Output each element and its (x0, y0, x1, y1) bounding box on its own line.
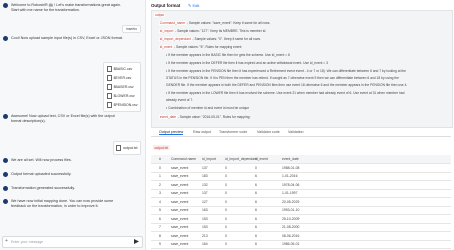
bot-message: Output format uploaded successfully. (3, 172, 133, 177)
table-row: 7 save_event 153 0 6 21-08-2000 (151, 223, 451, 232)
bot-avatar (3, 199, 8, 204)
file-item[interactable]: $PENSION.csv (106, 101, 138, 110)
format-line: • If the member appears in the DEFER fil… (166, 61, 328, 65)
tab-validation[interactable]: Validation (288, 130, 304, 134)
format-line: • If the member appears in the LOWER fil… (166, 91, 405, 95)
format-line: id_import - Sample values: "127". Keep i… (159, 29, 267, 33)
tab-raw-output[interactable]: Raw output (193, 130, 211, 134)
bot-avatar (3, 172, 8, 177)
message-text: Awesome! Now upload text, CSV or Excel f… (11, 114, 115, 123)
file-icon (106, 102, 112, 108)
file-item[interactable]: $BASIC.csv (106, 65, 138, 74)
send-icon[interactable] (134, 239, 139, 244)
bot-message: Welcome to RoboshiR 🤖 ! Let's make trans… (3, 3, 123, 13)
file-icon (106, 66, 112, 72)
output-format-description: output Command_name - Sample values: "sa… (151, 10, 453, 128)
bot-avatar (3, 114, 8, 119)
table-row: 5 save_event 163 0 6 1993-01-10 (151, 206, 451, 215)
message-text: We have now initial mapping done. You ca… (11, 199, 114, 208)
file-item[interactable]: $BASER.csv (106, 83, 138, 92)
message-text: Transformation generated successfully. (11, 186, 75, 190)
tab-transformer-code[interactable]: Transformer code (219, 130, 247, 134)
file-item[interactable]: $LOWER.csv (106, 92, 138, 101)
table-row: 3 save_event 137 0 6 1-01-1997 (151, 189, 451, 198)
user-message: insertio (122, 25, 141, 34)
uploaded-input-files: $BASIC.csv $EVER.csv $BASER.csv $LOWER.c… (103, 62, 141, 112)
output-tag: output (154, 13, 166, 17)
bot-message: Cool! Now upload sample input file(s) in… (3, 36, 123, 41)
output-panel: Output format ✎ Edit output Command_name… (150, 0, 454, 250)
attach-plus-icon[interactable]: + (5, 239, 8, 244)
bot-message: Awesome! Now upload text, CSV or Excel f… (3, 114, 123, 124)
format-line: GENDER file. If the member appears in bo… (166, 83, 408, 87)
message-text: Cool! Now upload sample input file(s) in… (11, 36, 123, 40)
message-text: Welcome to RoboshiR 🤖 ! Let's make trans… (11, 3, 121, 12)
file-item[interactable]: $EVER.csv (106, 74, 138, 83)
preview-file-tag: output.txt (153, 145, 170, 150)
file-icon (106, 84, 112, 90)
output-format-title: Output format (151, 3, 181, 8)
file-icon (106, 75, 112, 81)
message-input-bar: + Enter your message (2, 236, 143, 248)
bot-avatar (3, 3, 8, 8)
bot-message: We are all set. Will now process files. (3, 158, 133, 163)
format-line: • If the member appears in the BASIC fil… (166, 53, 290, 57)
tab-output-preview[interactable]: Output preview (159, 130, 184, 135)
format-line: id_import_dependant - Sample values: "0"… (159, 37, 261, 41)
format-line: Command_name - Sample values: "save_even… (159, 21, 271, 25)
output-tabs: Output preview Raw output Transformer co… (151, 129, 451, 137)
bot-avatar (3, 186, 8, 191)
chat-panel: Welcome to RoboshiR 🤖 ! Let's make trans… (0, 0, 146, 250)
format-line: id_event - Sample values: "6". Rules for… (159, 45, 243, 49)
format-line: already event of 7. (166, 98, 194, 102)
message-text: We are all set. Will now process files. (11, 158, 72, 162)
bot-message: Transformation generated successfully. (3, 186, 133, 191)
bot-avatar (3, 36, 8, 41)
table-header: # Command name id_import id_import_depen… (151, 155, 451, 164)
tab-validator-code[interactable]: Validator code (257, 130, 280, 134)
edit-link[interactable]: ✎ Edit (188, 3, 199, 8)
bot-message: We have now initial mapping done. You ca… (3, 199, 125, 209)
message-input[interactable]: Enter your message (11, 240, 43, 244)
file-item[interactable]: output.txt (116, 144, 138, 153)
file-icon (106, 93, 112, 99)
table-row: 1 save_event 183 0 6 1-01-2016 (151, 172, 451, 181)
message-text: Output format uploaded successfully. (11, 172, 72, 176)
table-row: 9 save_event 164 0 6 1986-05-01 (151, 240, 451, 249)
bot-avatar (3, 158, 8, 163)
format-line: • If the member appears in the PENSION f… (166, 69, 407, 73)
format-line: STATUS in the PENSION file. If it is PEN… (166, 76, 399, 80)
format-line: • Combination of member id and event id … (166, 106, 250, 110)
format-line: event_date - Sample value: "2016-05-01".… (159, 115, 251, 119)
file-icon (116, 145, 122, 151)
uploaded-output-file: output.txt (112, 141, 141, 155)
